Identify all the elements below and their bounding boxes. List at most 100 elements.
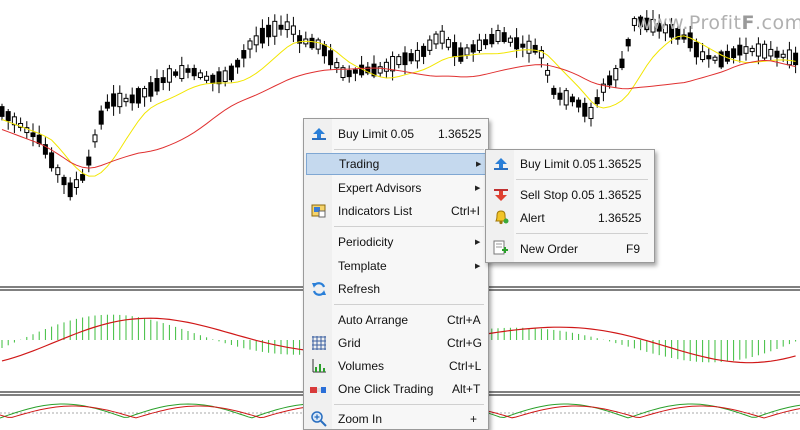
menu-item-volumes[interactable]: Volumes Ctrl+L <box>306 355 486 377</box>
candle-body <box>619 58 625 69</box>
candle-body <box>582 102 588 117</box>
candle-body <box>166 68 172 83</box>
candle-body <box>793 52 799 66</box>
candle-body <box>30 132 36 138</box>
candle-body <box>377 66 383 74</box>
candle-body <box>588 106 594 120</box>
menu-item-value: 1.36525 <box>438 127 482 141</box>
candle-body <box>148 82 154 97</box>
submenu-item-label: Alert <box>520 211 545 225</box>
menu-item-label: Periodicity <box>338 235 394 249</box>
candle-body <box>724 50 730 62</box>
menu-item-value: Ctrl+I <box>451 204 481 218</box>
candle-body <box>464 47 470 56</box>
trading-submenu: Buy Limit 0.05 1.36525 Sell Stop 0.05 1.… <box>485 149 655 263</box>
arrow-down-icon <box>493 187 509 203</box>
menu-item-value: Ctrl+L <box>449 359 482 373</box>
submenu-arrow-icon: ▶ <box>475 185 481 192</box>
menu-item-grid[interactable]: Grid Ctrl+G <box>306 332 486 354</box>
candle-body <box>5 111 11 122</box>
menu-separator <box>334 404 484 405</box>
menu-separator <box>334 149 484 150</box>
menu-item-zoom-in[interactable]: Zoom In + <box>306 408 486 430</box>
menu-item-expert-advisors[interactable]: Expert Advisors ▶ <box>306 177 486 199</box>
candle-body <box>0 106 5 117</box>
submenu-arrow-icon: ▶ <box>476 161 482 168</box>
candle-body <box>613 68 619 81</box>
candle-body <box>73 179 79 189</box>
menu-item-refresh[interactable]: Refresh <box>306 278 486 300</box>
menu-item-buy-limit[interactable]: Buy Limit 0.05 1.36525 <box>306 123 486 145</box>
candle-body <box>421 45 427 57</box>
candle-body <box>179 65 185 80</box>
submenu-item-buy-limit[interactable]: Buy Limit 0.05 1.36525 <box>488 153 652 175</box>
menu-item-indicators-list[interactable]: Indicators List Ctrl+I <box>306 200 486 222</box>
submenu-item-label: Sell Stop 0.05 <box>520 188 595 202</box>
candle-body <box>687 32 693 49</box>
candle-body <box>607 75 613 86</box>
candle-body <box>247 40 253 50</box>
candle-body <box>154 77 160 92</box>
candle-body <box>526 40 532 54</box>
menu-item-value: Ctrl+G <box>447 336 483 350</box>
submenu-item-new-order[interactable]: New Order F9 <box>488 238 652 260</box>
candle-body <box>576 99 582 108</box>
candle-body <box>111 93 117 107</box>
candle-body <box>160 77 166 84</box>
submenu-item-value: 1.36525 <box>598 211 642 225</box>
candle-body <box>768 48 774 57</box>
candle-body <box>284 21 290 31</box>
candle-body <box>743 46 749 54</box>
candle-body <box>470 44 476 53</box>
candle-body <box>328 50 334 66</box>
candle-body <box>408 53 414 62</box>
menu-item-periodicity[interactable]: Periodicity ▶ <box>306 231 486 253</box>
menu-item-label: Auto Arrange <box>338 313 409 327</box>
candle-body <box>104 101 110 109</box>
submenu-item-alert[interactable]: Alert 1.36525 <box>488 207 652 229</box>
menu-separator <box>334 304 484 305</box>
menu-item-auto-arrange[interactable]: Auto Arrange Ctrl+A <box>306 309 486 331</box>
submenu-item-sell-stop[interactable]: Sell Stop 0.05 1.36525 <box>488 184 652 206</box>
candle-body <box>545 69 551 76</box>
submenu-item-label: New Order <box>520 242 579 256</box>
candle-body <box>278 24 284 30</box>
candle-body <box>80 174 86 181</box>
one-click-trading-icon <box>310 382 326 398</box>
candle-body <box>762 43 768 59</box>
candle-body <box>98 110 104 125</box>
menu-item-label: Volumes <box>338 359 385 373</box>
candle-body <box>191 67 197 77</box>
menu-item-label: Grid <box>338 336 361 350</box>
candle-body <box>749 47 755 53</box>
candle-body <box>507 37 513 43</box>
candle-body <box>439 30 445 44</box>
candle-body <box>712 56 718 61</box>
candle-body <box>402 52 408 66</box>
menu-item-one-click-trading[interactable]: One Click Trading Alt+T <box>306 378 486 400</box>
candle-body <box>352 69 358 74</box>
candle-body <box>49 152 55 169</box>
menu-item-label: Buy Limit 0.05 <box>338 127 415 141</box>
indicators-list-icon <box>311 203 327 219</box>
menu-item-label: Indicators List <box>338 204 413 218</box>
candle-body <box>228 65 234 81</box>
candle-body <box>259 27 265 44</box>
menu-item-trading[interactable]: Trading ▶ <box>306 153 486 175</box>
candle-body <box>489 33 495 45</box>
menu-item-label: Template <box>338 259 387 273</box>
menu-separator <box>334 226 484 227</box>
candle-body <box>272 20 278 37</box>
candle-body <box>731 48 737 59</box>
menu-separator <box>516 179 648 180</box>
menu-item-label: Trading <box>339 157 380 171</box>
chart-context-menu: Buy Limit 0.05 1.36525 Trading ▶ Expert … <box>303 118 489 430</box>
candle-body <box>551 87 557 95</box>
candle-body <box>780 53 786 58</box>
candle-body <box>414 49 420 62</box>
menu-item-label: Zoom In <box>338 412 383 426</box>
candle-body <box>514 37 520 50</box>
candle-body <box>197 72 203 79</box>
menu-item-value: Alt+T <box>452 382 481 396</box>
menu-item-template[interactable]: Template ▶ <box>306 255 486 277</box>
